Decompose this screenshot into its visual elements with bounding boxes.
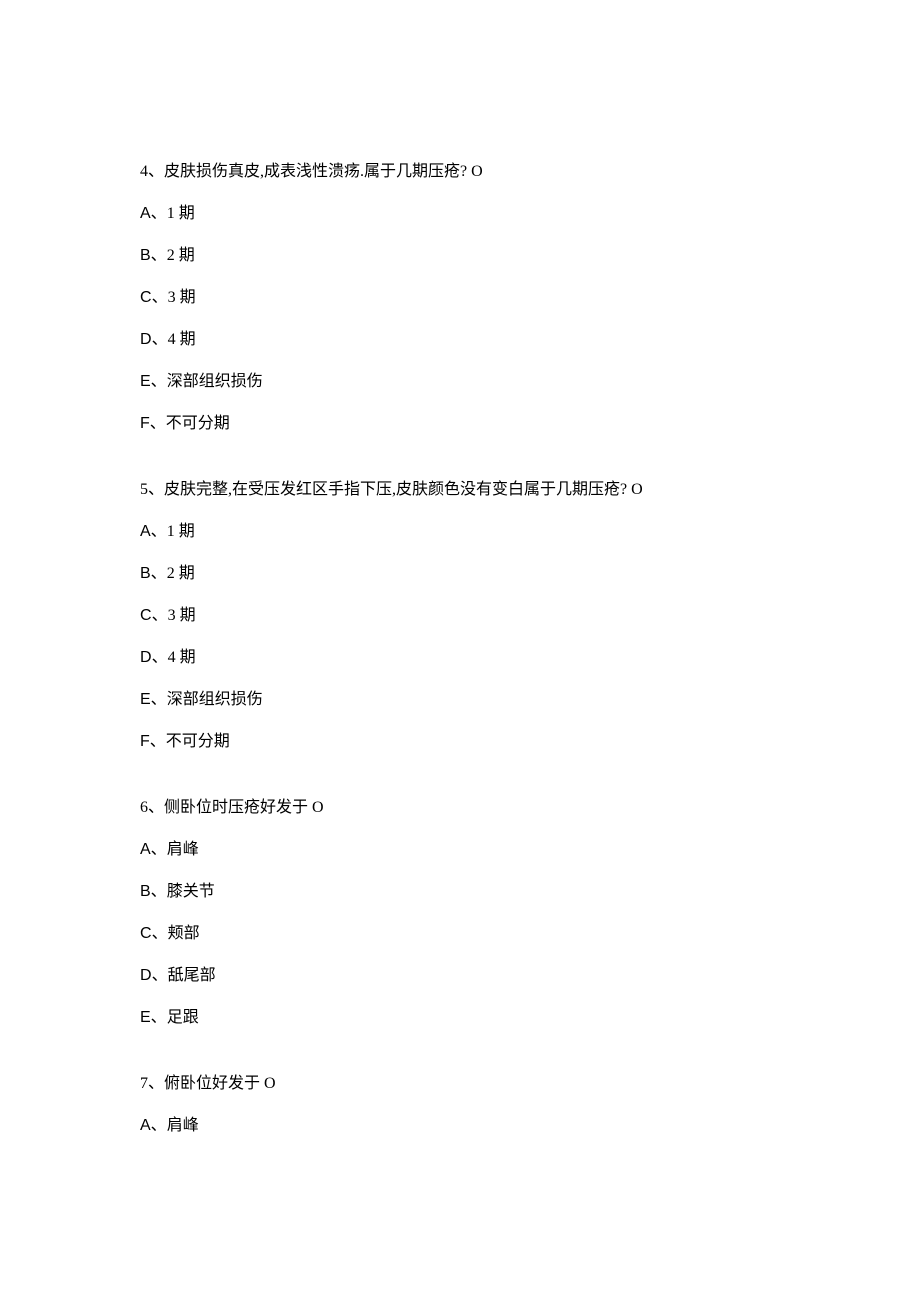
option-text: 2 期: [167, 565, 195, 582]
option: F、不可分期: [140, 730, 780, 754]
option-letter: B: [140, 565, 151, 582]
option-text: 4 期: [168, 331, 196, 348]
option-letter: D: [140, 967, 152, 984]
option-letter: E: [140, 691, 151, 708]
option-separator: 、: [152, 649, 168, 666]
question-text: 6、侧卧位时压疮好发于 O: [140, 796, 780, 820]
option-text: 1 期: [167, 205, 195, 222]
option-separator: 、: [151, 247, 167, 264]
option-letter: E: [140, 1009, 151, 1026]
option-text: 1 期: [167, 523, 195, 540]
option: D、舐尾部: [140, 964, 780, 988]
option-separator: 、: [151, 1009, 167, 1026]
option-letter: D: [140, 331, 152, 348]
option: C、3 期: [140, 286, 780, 310]
option-letter: C: [140, 607, 152, 624]
option-separator: 、: [152, 331, 168, 348]
document-content: 4、皮肤损伤真皮,成表浅性溃疡.属于几期压疮? OA、1 期B、2 期C、3 期…: [140, 160, 780, 1138]
option-text: 舐尾部: [168, 967, 216, 984]
option-text: 足跟: [167, 1009, 199, 1026]
option-letter: F: [140, 415, 150, 432]
option-text: 深部组织损伤: [167, 691, 263, 708]
option: A、肩峰: [140, 1114, 780, 1138]
option-text: 膝关节: [167, 883, 215, 900]
option: B、2 期: [140, 562, 780, 586]
question-text: 7、俯卧位好发于 O: [140, 1072, 780, 1096]
question-text: 4、皮肤损伤真皮,成表浅性溃疡.属于几期压疮? O: [140, 160, 780, 184]
option-text: 深部组织损伤: [167, 373, 263, 390]
option-text: 3 期: [168, 289, 196, 306]
option: D、4 期: [140, 646, 780, 670]
option: D、4 期: [140, 328, 780, 352]
option-separator: 、: [150, 733, 166, 750]
option: C、颊部: [140, 922, 780, 946]
option-text: 肩峰: [167, 1117, 199, 1134]
option-separator: 、: [150, 415, 166, 432]
option: B、2 期: [140, 244, 780, 268]
option-letter: A: [140, 523, 151, 540]
option: E、深部组织损伤: [140, 688, 780, 712]
option: E、深部组织损伤: [140, 370, 780, 394]
option-text: 不可分期: [166, 415, 230, 432]
option: A、1 期: [140, 202, 780, 226]
option-text: 颊部: [168, 925, 200, 942]
option-separator: 、: [152, 967, 168, 984]
option-separator: 、: [151, 691, 167, 708]
option-text: 4 期: [168, 649, 196, 666]
option-letter: F: [140, 733, 150, 750]
option-separator: 、: [151, 841, 167, 858]
question-block: 6、侧卧位时压疮好发于 OA、肩峰B、膝关节C、颊部D、舐尾部E、足跟: [140, 796, 780, 1030]
option-separator: 、: [151, 565, 167, 582]
option: A、1 期: [140, 520, 780, 544]
option-separator: 、: [151, 1117, 167, 1134]
question-block: 7、俯卧位好发于 O A、肩峰: [140, 1072, 780, 1138]
option-separator: 、: [152, 289, 168, 306]
option-letter: B: [140, 883, 151, 900]
option-separator: 、: [152, 607, 168, 624]
question-text: 5、皮肤完整,在受压发红区手指下压,皮肤颜色没有变白属于几期压疮? O: [140, 478, 780, 502]
option-separator: 、: [151, 523, 167, 540]
option-letter: B: [140, 247, 151, 264]
option-letter: C: [140, 925, 152, 942]
option-letter: E: [140, 373, 151, 390]
option-separator: 、: [151, 205, 167, 222]
option-text: 3 期: [168, 607, 196, 624]
option-separator: 、: [151, 373, 167, 390]
option: A、肩峰: [140, 838, 780, 862]
option: E、足跟: [140, 1006, 780, 1030]
question-block: 5、皮肤完整,在受压发红区手指下压,皮肤颜色没有变白属于几期压疮? OA、1 期…: [140, 478, 780, 754]
option-separator: 、: [152, 925, 168, 942]
option: B、膝关节: [140, 880, 780, 904]
option-text: 肩峰: [167, 841, 199, 858]
option-letter: C: [140, 289, 152, 306]
option-letter: A: [140, 841, 151, 858]
option: F、不可分期: [140, 412, 780, 436]
option-separator: 、: [151, 883, 167, 900]
question-block: 4、皮肤损伤真皮,成表浅性溃疡.属于几期压疮? OA、1 期B、2 期C、3 期…: [140, 160, 780, 436]
option-letter: A: [140, 1117, 151, 1134]
option-letter: A: [140, 205, 151, 222]
option-text: 2 期: [167, 247, 195, 264]
option-letter: D: [140, 649, 152, 666]
option: C、3 期: [140, 604, 780, 628]
option-text: 不可分期: [166, 733, 230, 750]
